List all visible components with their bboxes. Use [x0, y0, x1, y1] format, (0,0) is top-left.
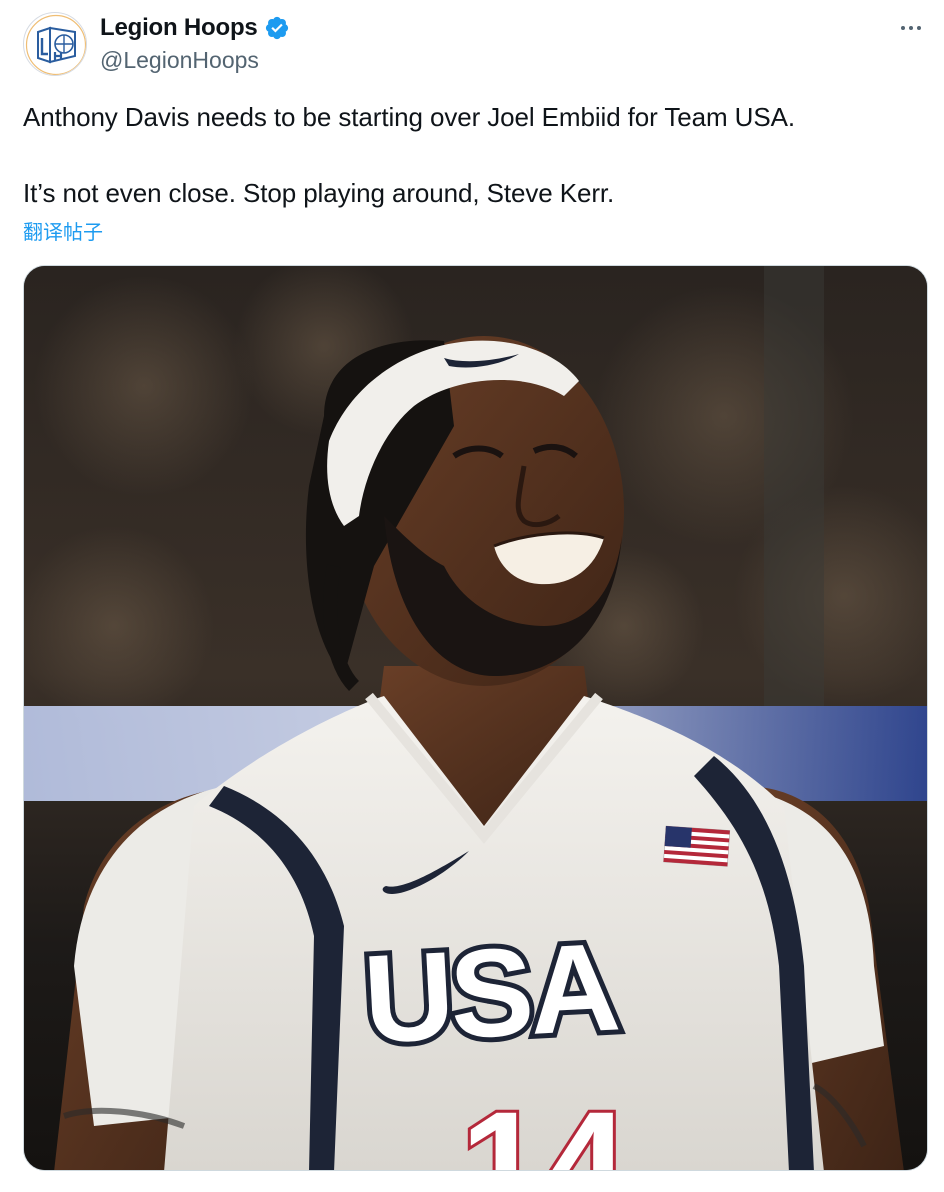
player-photo-illustration: USA 14	[24, 266, 927, 1171]
verified-badge-icon[interactable]	[264, 15, 290, 41]
tweet-photo[interactable]: USA 14	[23, 265, 928, 1171]
tweet-text: Anthony Davis needs to be starting over …	[23, 98, 923, 212]
avatar[interactable]	[23, 12, 87, 76]
jersey-usa-text: USA	[360, 918, 620, 1070]
more-horizontal-icon	[901, 26, 921, 30]
tweet-text-line: It’s not even close. Stop playing around…	[23, 178, 615, 208]
author-display-name[interactable]: Legion Hoops	[100, 12, 258, 44]
translate-post-link[interactable]: 翻译帖子	[23, 218, 103, 246]
legion-hoops-logo-icon	[25, 14, 86, 75]
author-handle[interactable]: @LegionHoops	[100, 45, 259, 75]
tweet-text-line: Anthony Davis needs to be starting over …	[23, 102, 795, 132]
more-options-button[interactable]	[897, 14, 925, 42]
jersey-number-text: 14	[461, 1080, 628, 1171]
author-name-row: Legion Hoops	[100, 12, 290, 44]
tweet-card: Legion Hoops @LegionHoops Anthony Davis …	[0, 0, 944, 1192]
